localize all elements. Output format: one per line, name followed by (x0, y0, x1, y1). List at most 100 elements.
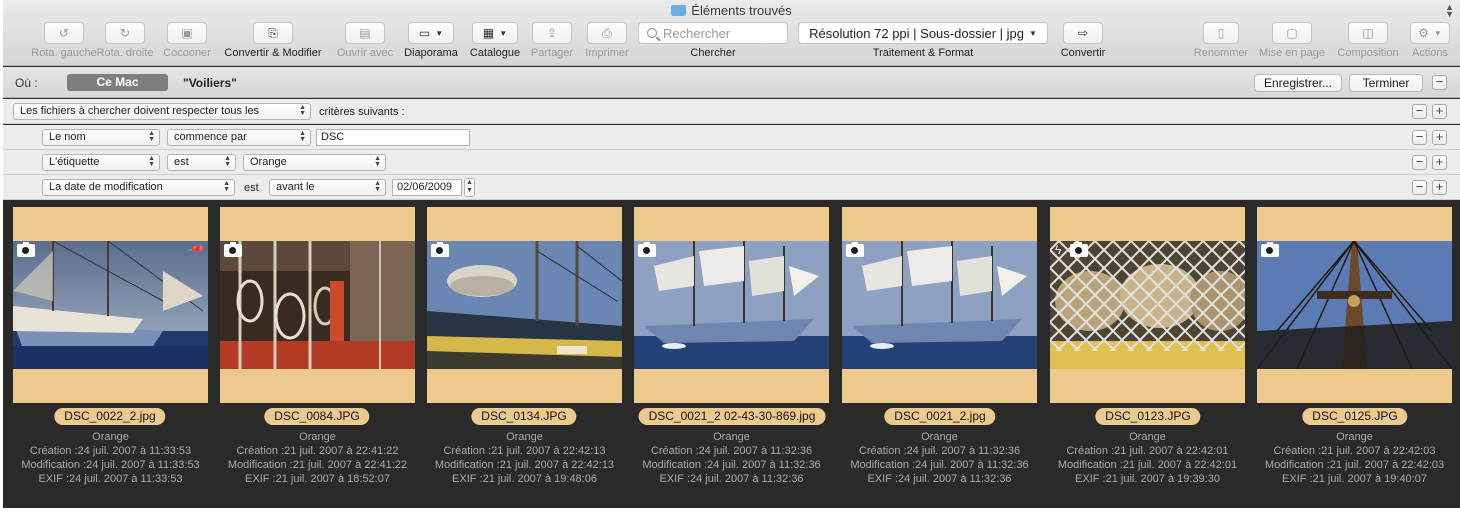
scope-folder-button[interactable]: "Voiliers" (183, 76, 237, 90)
remove-criterion-button[interactable]: − (1412, 155, 1427, 170)
modification-date: Modification :24 juil. 2007 à 11:32:36 (642, 459, 821, 471)
rotate-left-button[interactable]: ↺ Rota. gauche (30, 22, 98, 64)
actions-label: Actions (1411, 47, 1449, 59)
camera-icon (1261, 242, 1279, 257)
search-group: Rechercher Chercher (637, 22, 789, 64)
criterion-name-input[interactable]: DSC (316, 129, 470, 146)
photo-thumbnail[interactable] (220, 241, 415, 369)
layout-label: Mise en page (1258, 47, 1326, 59)
format-select[interactable]: Résolution 72 ppi | Sous-dossier | jpg ▼ (798, 22, 1048, 44)
print-label: Imprimer (585, 47, 629, 59)
criterion-date-input[interactable]: 02/06/2009 (392, 179, 462, 196)
thumbnail-card[interactable]: 📌 (13, 207, 208, 403)
slideshow-icon: ▭ (418, 26, 431, 40)
thumbnail-card[interactable] (220, 207, 415, 403)
print-button[interactable]: ⎙ Imprimer (579, 22, 635, 64)
photo-thumbnail[interactable] (427, 241, 622, 369)
criterion-attribute-select[interactable]: L'étiquette ▲ ▼ (42, 154, 160, 171)
criterion-attribute-select[interactable]: La date de modification ▲ ▼ (42, 179, 235, 196)
remove-criterion-button[interactable]: − (1412, 104, 1427, 119)
scope-label: Où : (15, 76, 38, 90)
add-criterion-button[interactable]: + (1432, 180, 1447, 195)
add-criterion-button[interactable]: + (1432, 104, 1447, 119)
file-name-label[interactable]: DSC_0125.JPG (1302, 408, 1408, 425)
gear-icon: ⚙ (1418, 26, 1429, 40)
file-name-label[interactable]: DSC_0021_2 02-43-30-869.jpg (638, 408, 826, 425)
modification-date: Modification :24 juil. 2007 à 11:32:36 (850, 459, 1029, 471)
chevron-down-icon: ▼ (499, 28, 508, 38)
remove-criterion-button[interactable]: − (1412, 180, 1427, 195)
file-name-label[interactable]: DSC_0021_2.jpg (884, 408, 996, 425)
thumbnail-card[interactable] (1257, 207, 1452, 403)
thumbnail-card[interactable]: ϟ (1050, 207, 1245, 403)
file-metadata: Orange Création :21 juil. 2007 à 22:42:0… (1252, 430, 1457, 486)
photo-thumbnail[interactable]: 📌 (13, 241, 208, 369)
updown-chevron-icon: ▲ ▼ (223, 180, 230, 193)
search-input[interactable]: Rechercher (638, 22, 788, 44)
catalog-button[interactable]: ▦ ▼ Catalogue (465, 22, 525, 64)
photo-thumbnail[interactable] (634, 241, 829, 369)
convert-button[interactable]: ⇨ Convertir (1055, 22, 1111, 64)
save-button[interactable]: Enregistrer... (1254, 74, 1342, 92)
remove-scope-button[interactable]: − (1432, 75, 1447, 90)
file-metadata: Orange Création :24 juil. 2007 à 11:33:5… (8, 430, 213, 486)
composition-button[interactable]: ◫ Composition (1333, 22, 1403, 64)
criterion-operator-text: est (244, 182, 259, 194)
format-value: Résolution 72 ppi | Sous-dossier | jpg (809, 25, 1024, 41)
rename-button[interactable]: ▯ Renommer (1191, 22, 1251, 64)
criterion-attribute-select[interactable]: Le nom ▲ ▼ (42, 129, 160, 146)
camera-icon (846, 242, 864, 257)
window-resize-chevron-icon[interactable]: ▲ ▼ (1445, 3, 1454, 19)
file-name-label[interactable]: DSC_0134.JPG (471, 408, 577, 425)
remove-criterion-button[interactable]: − (1412, 130, 1427, 145)
chevron-down-icon: ▼ (1028, 28, 1037, 38)
exif-date: EXIF :21 juil. 2007 à 19:40:07 (1282, 473, 1427, 485)
layout-icon: ▢ (1286, 26, 1298, 40)
photo-thumbnail[interactable] (1257, 241, 1452, 369)
add-criterion-button[interactable]: + (1432, 130, 1447, 145)
camera-icon (224, 242, 242, 257)
date-stepper[interactable]: ▲ ▼ (464, 178, 475, 197)
photo-thumbnail[interactable]: ϟ (1050, 241, 1245, 369)
scope-this-mac-button[interactable]: Ce Mac (67, 74, 168, 91)
grid-icon: ▦ (482, 26, 495, 40)
criterion-label-select[interactable]: Orange ▲ ▼ (243, 154, 386, 171)
add-criterion-button[interactable]: + (1432, 155, 1447, 170)
criterion-attribute-value: Le nom (49, 131, 86, 143)
file-name-label[interactable]: DSC_0022_2.jpg (54, 408, 166, 425)
rotate-right-icon: ↻ (119, 26, 131, 40)
thumbnail-card[interactable] (427, 207, 622, 403)
open-with-button[interactable]: ▤ Ouvrir avec (333, 22, 397, 64)
share-button[interactable]: ⇪ Partager (524, 22, 580, 64)
rotate-right-button[interactable]: ↻ Rota. droite (91, 22, 159, 64)
criteria-row-date: La date de modification ▲ ▼ est avant le … (3, 175, 1460, 200)
file-metadata: Orange Création :21 juil. 2007 à 22:42:0… (1045, 430, 1250, 486)
label-text: Orange (713, 431, 750, 443)
file-metadata: Orange Création :21 juil. 2007 à 22:41:2… (215, 430, 420, 486)
composition-icon: ◫ (1362, 26, 1374, 40)
updown-chevron-icon: ▲ ▼ (374, 155, 381, 168)
camera-icon (17, 242, 35, 257)
criterion-operator-select[interactable]: commence par ▲ ▼ (167, 129, 311, 146)
convert-modify-button[interactable]: ⎘ Convertir & Modifier (219, 22, 327, 64)
file-name-label[interactable]: DSC_0084.JPG (264, 408, 370, 425)
convert-modify-icon: ⎘ (268, 25, 278, 40)
done-button[interactable]: Terminer (1349, 74, 1423, 92)
toolbar: Éléments trouvés ▲ ▼ ↺ Rota. gauche ↻ Rot… (3, 0, 1460, 66)
match-mode-select[interactable]: Les fichiers à chercher doivent respecte… (13, 103, 311, 120)
label-text: Orange (921, 431, 958, 443)
chevron-down-icon: ▼ (1433, 28, 1442, 38)
criterion-operator-select[interactable]: est ▲ ▼ (167, 154, 236, 171)
app-window: Éléments trouvés ▲ ▼ ↺ Rota. gauche ↻ Rot… (3, 0, 1460, 508)
thumbnail-card[interactable] (634, 207, 829, 403)
photo-thumbnail[interactable] (842, 241, 1037, 369)
criterion-operator-select[interactable]: avant le ▲ ▼ (269, 179, 386, 196)
cocoon-button[interactable]: ▣ Cocooner (158, 22, 216, 64)
layout-button[interactable]: ▢ Mise en page (1256, 22, 1328, 64)
file-name-label[interactable]: DSC_0123.JPG (1095, 408, 1201, 425)
camera-icon (431, 242, 449, 257)
thumbnail-card[interactable] (842, 207, 1037, 403)
actions-button[interactable]: ⚙ ▼ Actions (1407, 22, 1453, 64)
rename-icon: ▯ (1217, 26, 1225, 40)
slideshow-button[interactable]: ▭ ▼ Diaporama (401, 22, 461, 64)
